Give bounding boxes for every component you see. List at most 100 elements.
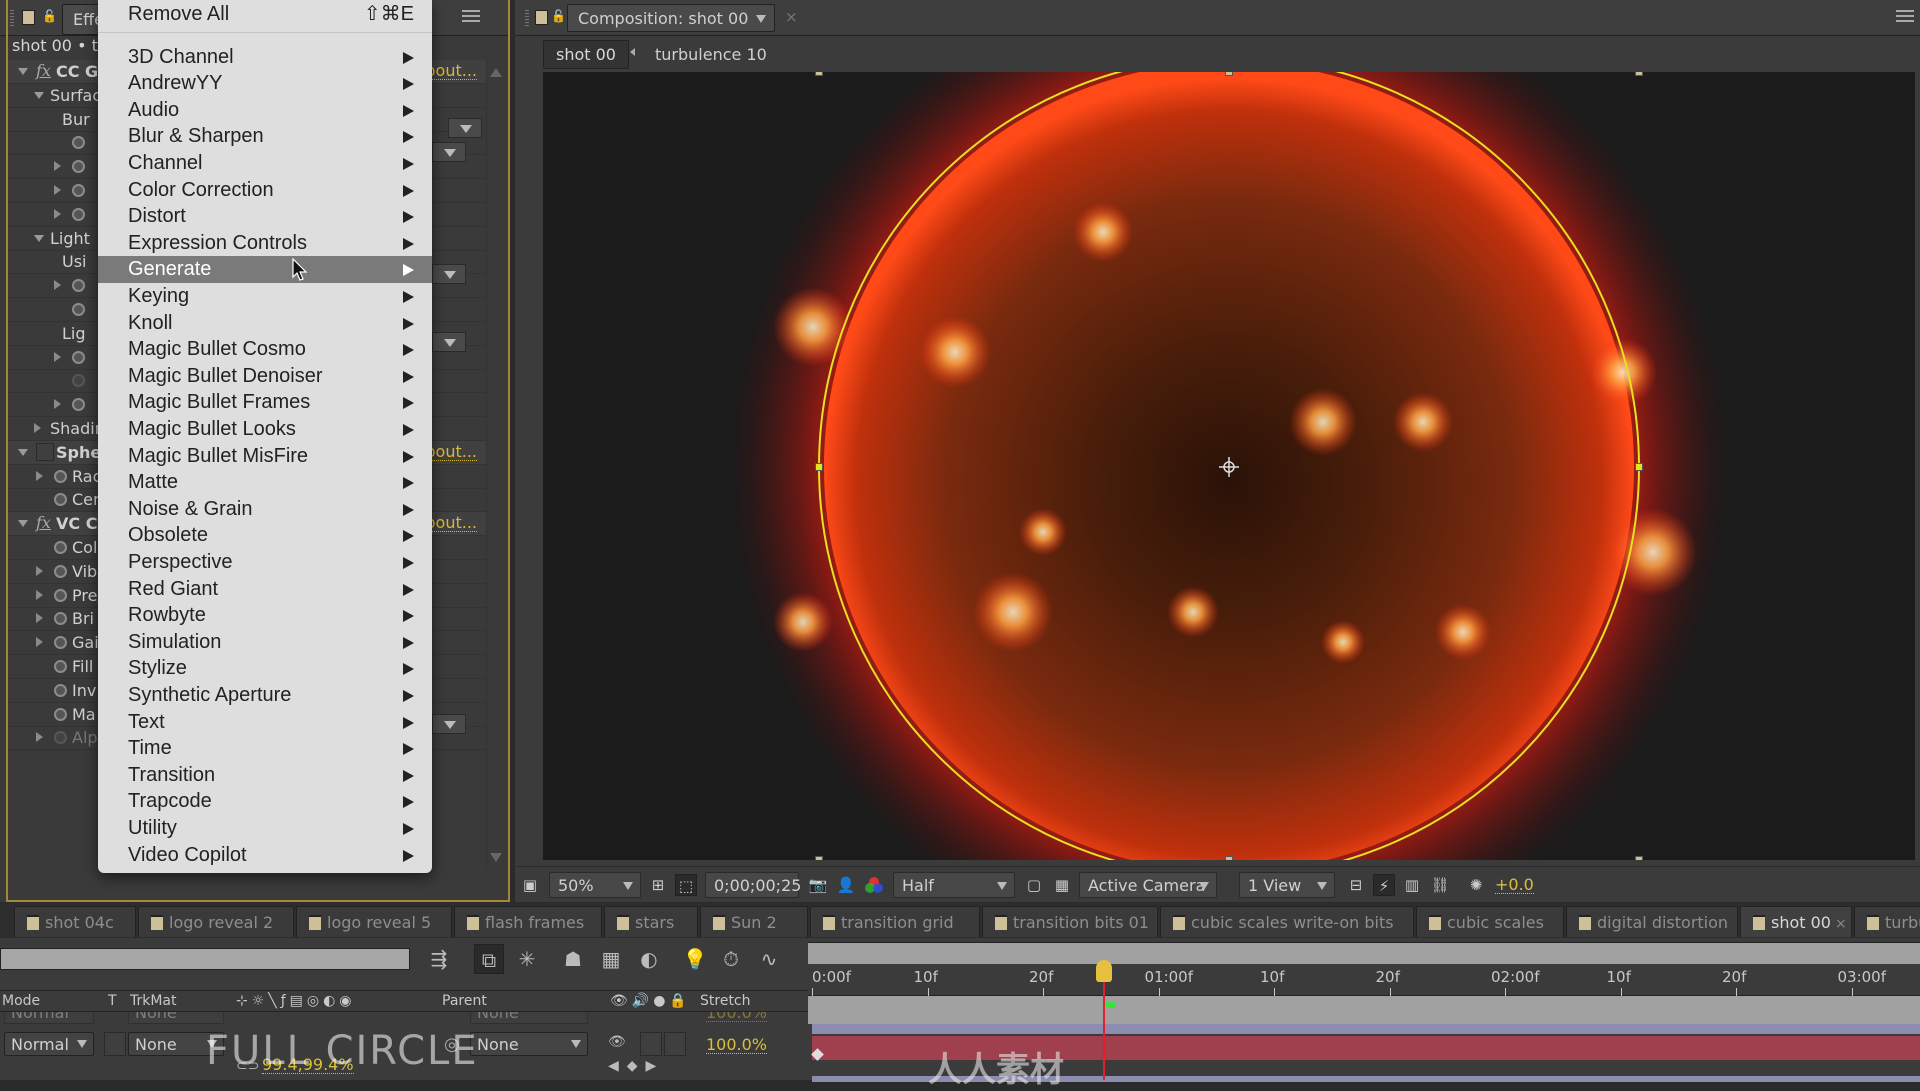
parent-dropdown[interactable]: None: [470, 1012, 588, 1024]
composition-viewer[interactable]: [543, 72, 1915, 860]
transparency-grid-icon[interactable]: ▦: [1051, 874, 1073, 896]
resolution-dropdown[interactable]: Half: [893, 872, 1015, 898]
effect-panel-scrollbar[interactable]: [486, 60, 504, 870]
work-area-bar[interactable]: [808, 942, 1920, 964]
menu-item-matte[interactable]: Matte: [98, 469, 432, 496]
shy-layers-icon[interactable]: ☗: [558, 944, 588, 974]
auto-keyframe-icon[interactable]: ⏱: [716, 944, 746, 974]
menu-item-generate[interactable]: Generate: [98, 256, 432, 283]
solo-checkbox[interactable]: [640, 1032, 662, 1056]
panel-grip-icon[interactable]: [525, 10, 529, 26]
comp-tab[interactable]: logo reveal 2: [138, 906, 294, 937]
property-dropdown[interactable]: [432, 332, 466, 352]
menu-item-transition[interactable]: Transition: [98, 762, 432, 789]
current-time-display[interactable]: 0;00;00;25: [705, 872, 801, 898]
timeline-time-graph[interactable]: 0:00f 10f 20f 01:00f 10f 20f 02:00f 10f 20f 03:00…: [808, 938, 1920, 1090]
time-ruler[interactable]: 0:00f 10f 20f 01:00f 10f 20f 02:00f 10f 20f 03:00…: [808, 964, 1920, 996]
comp-tab[interactable]: transition grid: [810, 906, 980, 937]
menu-item-synthetic-aperture[interactable]: Synthetic Aperture: [98, 682, 432, 709]
magnification-dropdown[interactable]: 50%: [549, 872, 641, 898]
current-time-indicator-head[interactable]: [1096, 960, 1112, 982]
keyframe-navigator[interactable]: ◀◆▶: [608, 1058, 664, 1074]
menu-item-obsolete[interactable]: Obsolete: [98, 522, 432, 549]
mask-handle[interactable]: [815, 72, 823, 76]
graph-editor-icon[interactable]: ∿: [754, 944, 784, 974]
mask-handle[interactable]: [1635, 856, 1643, 860]
stretch-value[interactable]: 100.0%: [706, 1012, 768, 1022]
mask-vertex-left[interactable]: [815, 463, 823, 471]
menu-item-text[interactable]: Text: [98, 709, 432, 736]
camera-view-dropdown[interactable]: Active Camera: [1079, 872, 1217, 898]
preserve-transparency-checkbox[interactable]: [104, 1032, 126, 1056]
breadcrumb-shot-00[interactable]: shot 00: [543, 40, 629, 69]
pixel-aspect-icon[interactable]: ⊟: [1345, 874, 1367, 896]
comp-tab[interactable]: digital distortion: [1566, 906, 1738, 937]
chevron-down-icon[interactable]: [756, 15, 766, 23]
property-dropdown[interactable]: [448, 118, 482, 138]
menu-item-stylize[interactable]: Stylize: [98, 655, 432, 682]
reset-exposure-icon[interactable]: ✺: [1465, 874, 1487, 896]
property-dropdown[interactable]: [432, 264, 466, 284]
flowchart-icon[interactable]: ⛓: [1429, 874, 1451, 896]
safe-zones-icon[interactable]: ⊞: [647, 874, 669, 896]
mask-handle[interactable]: [1225, 856, 1233, 860]
comp-tab[interactable]: transition bits 01: [982, 906, 1158, 937]
menu-item-time[interactable]: Time: [98, 735, 432, 762]
parent-dropdown[interactable]: None: [470, 1032, 588, 1056]
column-parent[interactable]: Parent: [442, 993, 487, 1009]
menu-item-magic-bullet-misfire[interactable]: Magic Bullet MisFire: [98, 443, 432, 470]
menu-item-audio[interactable]: Audio: [98, 97, 432, 124]
menu-item-magic-bullet-denoiser[interactable]: Magic Bullet Denoiser: [98, 363, 432, 390]
column-mode[interactable]: Mode: [2, 993, 40, 1009]
menu-item-magic-bullet-cosmo[interactable]: Magic Bullet Cosmo: [98, 336, 432, 363]
channel-rgb-icon[interactable]: [863, 874, 885, 896]
menu-item-knoll[interactable]: Knoll: [98, 310, 432, 337]
menu-item-magic-bullet-frames[interactable]: Magic Bullet Frames: [98, 389, 432, 416]
menu-item-distort[interactable]: Distort: [98, 203, 432, 230]
menu-item-3d-channel[interactable]: 3D Channel: [98, 44, 432, 71]
column-trkmat[interactable]: TrkMat: [130, 993, 177, 1009]
mask-vertex-right[interactable]: [1635, 463, 1643, 471]
scroll-down-icon[interactable]: [490, 853, 502, 862]
comp-tab[interactable]: shot 04c: [14, 906, 136, 937]
menu-item-keying[interactable]: Keying: [98, 283, 432, 310]
mask-handle[interactable]: [815, 856, 823, 860]
property-dropdown[interactable]: [432, 142, 466, 162]
fast-previews-icon[interactable]: ▢: [1023, 874, 1045, 896]
visibility-eye-icon[interactable]: 👁: [608, 1034, 626, 1050]
snapshot-camera-icon[interactable]: 📷: [807, 874, 829, 896]
close-icon[interactable]: ×: [1835, 916, 1847, 932]
show-snapshot-icon[interactable]: 👤: [835, 874, 857, 896]
scroll-up-icon[interactable]: [490, 68, 502, 77]
layer-row[interactable]: Normal None None 100.0%: [0, 1012, 808, 1026]
menu-item-color-correction[interactable]: Color Correction: [98, 177, 432, 204]
mode-dropdown[interactable]: Normal: [4, 1012, 94, 1024]
lock-icon[interactable]: 🔓: [551, 9, 566, 25]
comp-tab[interactable]: logo reveal 5: [296, 906, 452, 937]
mask-handle[interactable]: [1225, 72, 1233, 76]
view-layout-dropdown[interactable]: 1 View: [1239, 872, 1335, 898]
close-icon[interactable]: ×: [785, 8, 798, 26]
panel-menu-icon[interactable]: [462, 10, 480, 24]
mask-handle[interactable]: [1635, 72, 1643, 76]
region-of-interest-icon[interactable]: ⬚: [675, 874, 697, 896]
comp-tab[interactable]: flash frames: [454, 906, 602, 937]
comp-tab[interactable]: cubic scales write-on bits: [1160, 906, 1414, 937]
lock-checkbox[interactable]: [664, 1032, 686, 1056]
fast-draft-icon[interactable]: ⚡: [1373, 874, 1395, 896]
draft-3d-icon[interactable]: ✳: [512, 944, 542, 974]
comp-tab[interactable]: turbul: [1854, 906, 1920, 937]
menu-item-remove-all[interactable]: Remove All ⇧⌘E: [98, 0, 432, 30]
menu-item-utility[interactable]: Utility: [98, 815, 432, 842]
menu-item-rowbyte[interactable]: Rowbyte: [98, 602, 432, 629]
menu-item-expression-controls[interactable]: Expression Controls: [98, 230, 432, 257]
brainstorm-icon[interactable]: 💡: [680, 944, 710, 974]
menu-item-video-copilot[interactable]: Video Copilot: [98, 842, 432, 869]
layer-bar[interactable]: [812, 1024, 1920, 1034]
menu-item-perspective[interactable]: Perspective: [98, 549, 432, 576]
always-preview-icon[interactable]: ▣: [519, 874, 541, 896]
motion-blur-icon[interactable]: ◐: [634, 944, 664, 974]
column-stretch[interactable]: Stretch: [700, 993, 751, 1009]
comp-tab[interactable]: stars: [604, 906, 698, 937]
composition-tab[interactable]: Composition: shot 00: [567, 4, 775, 32]
